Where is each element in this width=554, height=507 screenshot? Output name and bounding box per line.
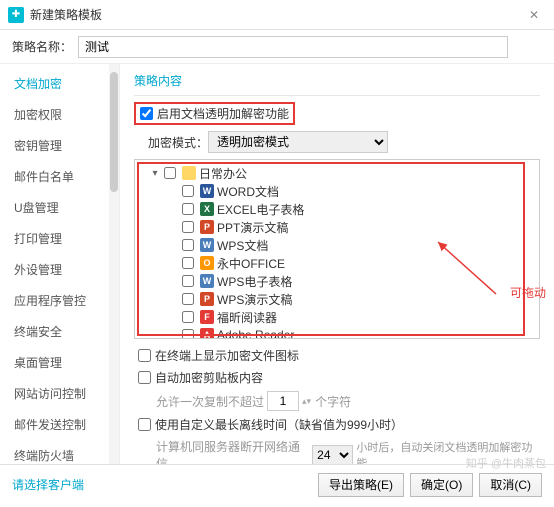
- main-panel: 策略内容 启用文档透明加解密功能 加密模式： 透明加密模式 ▾日常办公WWORD…: [120, 64, 554, 464]
- stepper-icon[interactable]: ▴▾: [302, 396, 311, 407]
- app-tree: ▾日常办公WWORD文档XEXCEL电子表格PPPT演示文稿WWPS文档O永中O…: [134, 159, 540, 339]
- file-type-icon: P: [200, 220, 214, 234]
- sidebar-item[interactable]: 邮件白名单: [0, 161, 119, 192]
- app-icon: ✚: [8, 7, 24, 23]
- sidebar-item[interactable]: 桌面管理: [0, 347, 119, 378]
- sidebar-item[interactable]: 邮件发送控制: [0, 409, 119, 440]
- select-client-link[interactable]: 请选择客户端: [12, 476, 84, 493]
- caret-icon[interactable]: ▾: [149, 168, 161, 179]
- name-input[interactable]: [78, 36, 508, 58]
- tree-checkbox[interactable]: [182, 185, 194, 197]
- annotation-text: 可拖动: [510, 284, 546, 301]
- tree-checkbox[interactable]: [182, 275, 194, 287]
- tree-checkbox[interactable]: [182, 311, 194, 323]
- opt-offline: 使用自定义最长离线时间（缺省值为999小时）: [134, 416, 540, 433]
- sidebar: 文档加密加密权限密钥管理邮件白名单U盘管理打印管理外设管理应用程序管控终端安全桌…: [0, 64, 120, 464]
- sidebar-scroll-thumb[interactable]: [110, 72, 118, 192]
- close-icon[interactable]: ✕: [522, 3, 546, 27]
- sidebar-item[interactable]: 打印管理: [0, 223, 119, 254]
- sidebar-item[interactable]: 终端安全: [0, 316, 119, 347]
- file-type-icon: O: [200, 256, 214, 270]
- file-type-icon: A: [200, 328, 214, 338]
- file-type-icon: F: [200, 310, 214, 324]
- opt-clip-sub: 允许一次复制不超过 ▴▾ 个字符: [134, 391, 540, 411]
- name-label: 策略名称：: [12, 38, 72, 55]
- tree-item-label: PPT演示文稿: [217, 219, 288, 236]
- tree-item-label: EXCEL电子表格: [217, 201, 304, 218]
- window-title: 新建策略模板: [30, 6, 522, 23]
- opt-show-icon-cb[interactable]: [138, 349, 151, 362]
- offline-hours-select[interactable]: 24: [312, 445, 353, 464]
- folder-icon: [182, 166, 196, 180]
- sidebar-item[interactable]: 终端防火墙: [0, 440, 119, 464]
- opt-show-icon: 在终端上显示加密文件图标: [134, 347, 540, 364]
- export-button[interactable]: 导出策略(E): [318, 473, 404, 497]
- mode-select[interactable]: 透明加密模式: [208, 131, 388, 153]
- file-type-icon: W: [200, 184, 214, 198]
- file-type-icon: P: [200, 292, 214, 306]
- tree-checkbox[interactable]: [182, 239, 194, 251]
- tree-checkbox[interactable]: [182, 293, 194, 305]
- tree-group-label: 日常办公: [199, 165, 247, 182]
- sidebar-item[interactable]: 文档加密: [0, 68, 119, 99]
- tree-item-label: WORD文档: [217, 183, 279, 200]
- tree-item-label: 永中OFFICE: [217, 255, 285, 272]
- tree-checkbox[interactable]: [182, 203, 194, 215]
- sidebar-item[interactable]: 加密权限: [0, 99, 119, 130]
- clip-count-input[interactable]: [267, 391, 299, 411]
- tree-item-label: Adobe Reader: [217, 328, 294, 338]
- tree-item-label: 福昕阅读器: [217, 309, 277, 326]
- sidebar-scrollbar[interactable]: [109, 64, 119, 464]
- opt-offline-cb[interactable]: [138, 418, 151, 431]
- sidebar-item[interactable]: 应用程序管控: [0, 285, 119, 316]
- tree-checkbox[interactable]: [182, 221, 194, 233]
- tree-checkbox[interactable]: [164, 167, 176, 179]
- tree-checkbox[interactable]: [182, 329, 194, 338]
- sidebar-item[interactable]: 网站访问控制: [0, 378, 119, 409]
- tree-item-label: WPS演示文稿: [217, 291, 292, 308]
- file-type-icon: W: [200, 274, 214, 288]
- sidebar-item[interactable]: 密钥管理: [0, 130, 119, 161]
- footer: 请选择客户端 导出策略(E) 确定(O) 取消(C): [0, 464, 554, 504]
- tree-scroll[interactable]: ▾日常办公WWORD文档XEXCEL电子表格PPPT演示文稿WWPS文档O永中O…: [135, 160, 539, 338]
- mode-row: 加密模式： 透明加密模式: [134, 131, 540, 153]
- mode-label: 加密模式：: [148, 134, 208, 151]
- file-type-icon: X: [200, 202, 214, 216]
- tree-item-label: WPS文档: [217, 237, 268, 254]
- cancel-button[interactable]: 取消(C): [479, 473, 542, 497]
- file-type-icon: W: [200, 238, 214, 252]
- sidebar-item[interactable]: 外设管理: [0, 254, 119, 285]
- tree-item-label: WPS电子表格: [217, 273, 292, 290]
- name-row: 策略名称：: [0, 30, 554, 64]
- opt-offline-sub: 计算机同服务器断开网络通信 24 小时后，自动关闭文档透明加解密功能: [134, 438, 540, 464]
- enable-label: 启用文档透明加解密功能: [157, 105, 289, 122]
- sidebar-item[interactable]: U盘管理: [0, 192, 119, 223]
- opt-clip-cb[interactable]: [138, 371, 151, 384]
- opt-clip: 自动加密剪贴板内容: [134, 369, 540, 386]
- titlebar: ✚ 新建策略模板 ✕: [0, 0, 554, 30]
- enable-checkbox[interactable]: [140, 107, 153, 120]
- ok-button[interactable]: 确定(O): [410, 473, 473, 497]
- section-content-title: 策略内容: [134, 72, 540, 89]
- enable-highlight: 启用文档透明加解密功能: [134, 102, 295, 125]
- tree-checkbox[interactable]: [182, 257, 194, 269]
